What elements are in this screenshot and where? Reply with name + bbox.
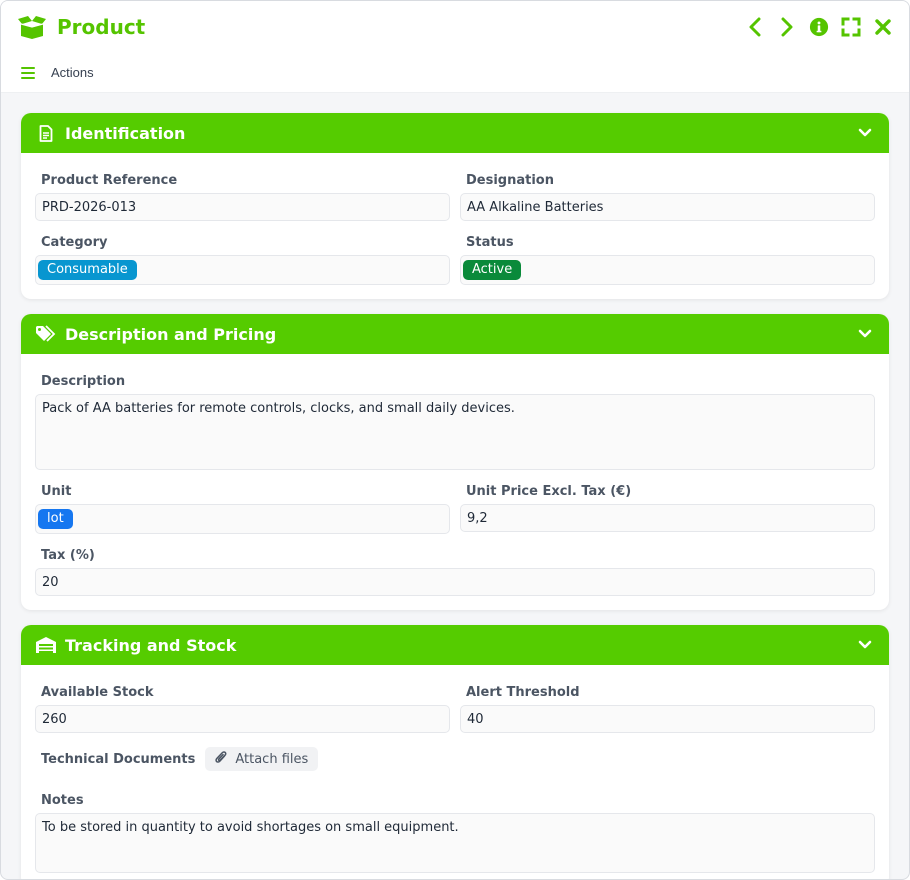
attach-files-button[interactable]: Attach files xyxy=(205,747,319,771)
tracking-stock-section: Tracking and Stock Available Stock 260 A… xyxy=(21,625,889,879)
chevron-down-icon[interactable] xyxy=(857,326,873,342)
tags-icon xyxy=(35,324,57,344)
chevron-down-icon[interactable] xyxy=(857,125,873,141)
tracking-stock-body: Available Stock 260 Alert Threshold 40 T… xyxy=(21,665,889,879)
window-title: Product xyxy=(57,15,146,39)
menu-icon[interactable] xyxy=(21,66,35,79)
document-icon xyxy=(35,123,57,143)
category-label: Category xyxy=(41,235,108,250)
status-label: Status xyxy=(466,235,514,250)
available-stock-field[interactable]: 260 xyxy=(35,705,450,733)
tax-field[interactable]: 20 xyxy=(35,568,875,596)
close-icon[interactable] xyxy=(873,16,893,38)
available-stock-label: Available Stock xyxy=(41,685,154,700)
warehouse-icon xyxy=(35,635,57,655)
chevron-down-icon[interactable] xyxy=(857,637,873,653)
paperclip-icon xyxy=(215,750,227,769)
alert-threshold-label: Alert Threshold xyxy=(466,685,580,700)
description-pricing-section: Description and Pricing Description Pack… xyxy=(21,314,889,610)
description-pricing-header[interactable]: Description and Pricing xyxy=(21,314,889,354)
window-controls xyxy=(745,16,893,38)
info-icon[interactable] xyxy=(809,16,829,38)
technical-documents-row: Technical Documents Attach files xyxy=(35,747,875,771)
category-field[interactable]: Consumable xyxy=(35,255,450,285)
section-title: Identification xyxy=(65,123,186,143)
title-bar: Product xyxy=(1,1,909,53)
alert-threshold-field[interactable]: 40 xyxy=(460,705,875,733)
product-reference-field[interactable]: PRD-2026-013 xyxy=(35,193,450,221)
product-reference-label: Product Reference xyxy=(41,173,178,188)
actions-menu[interactable]: Actions xyxy=(51,65,94,80)
form-content: Identification Product Reference PRD-202… xyxy=(1,93,909,879)
unit-price-field[interactable]: 9,2 xyxy=(460,504,875,532)
description-label: Description xyxy=(41,374,126,389)
section-title: Description and Pricing xyxy=(65,324,277,344)
chevron-left-icon[interactable] xyxy=(745,16,765,38)
identification-header[interactable]: Identification xyxy=(21,113,889,153)
section-title: Tracking and Stock xyxy=(65,635,237,655)
description-textarea[interactable]: Pack of AA batteries for remote controls… xyxy=(35,394,875,470)
category-badge: Consumable xyxy=(38,260,137,280)
technical-documents-label: Technical Documents xyxy=(41,751,196,767)
box-icon xyxy=(17,14,47,40)
identification-body: Product Reference PRD-2026-013 Designati… xyxy=(21,153,889,299)
status-field[interactable]: Active xyxy=(460,255,875,285)
unit-price-label: Unit Price Excl. Tax (€) xyxy=(466,484,632,499)
actions-bar: Actions xyxy=(1,53,909,93)
notes-label: Notes xyxy=(41,793,84,808)
unit-badge: lot xyxy=(38,509,73,529)
designation-field[interactable]: AA Alkaline Batteries xyxy=(460,193,875,221)
description-pricing-body: Description Pack of AA batteries for rem… xyxy=(21,354,889,610)
notes-textarea[interactable]: To be stored in quantity to avoid shorta… xyxy=(35,813,875,873)
designation-label: Designation xyxy=(466,173,554,188)
identification-section: Identification Product Reference PRD-202… xyxy=(21,113,889,299)
chevron-right-icon[interactable] xyxy=(777,16,797,38)
unit-field[interactable]: lot xyxy=(35,504,450,534)
attach-files-label: Attach files xyxy=(235,751,309,767)
product-window: Product Actions Identification Product R… xyxy=(0,0,910,880)
tracking-stock-header[interactable]: Tracking and Stock xyxy=(21,625,889,665)
unit-label: Unit xyxy=(41,484,72,499)
tax-label: Tax (%) xyxy=(41,548,95,563)
fullscreen-icon[interactable] xyxy=(841,16,861,38)
status-badge: Active xyxy=(463,260,522,280)
